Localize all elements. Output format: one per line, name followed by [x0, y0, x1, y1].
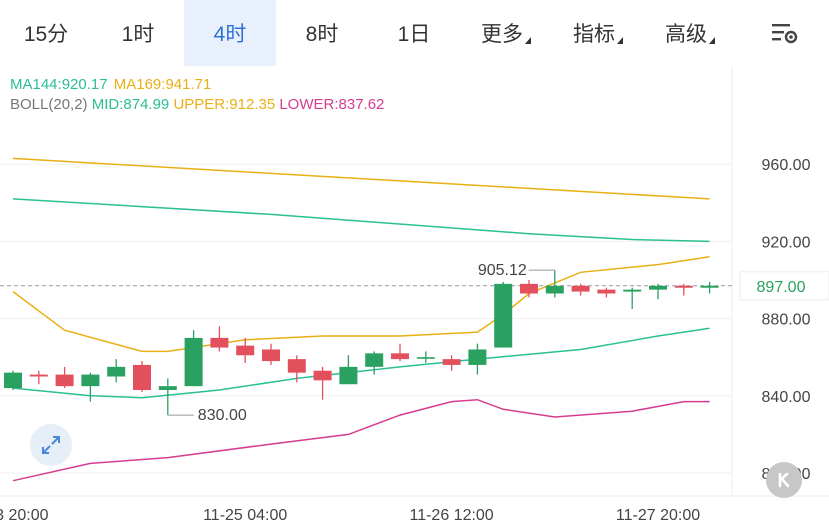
chart-settings-button[interactable] — [755, 0, 815, 66]
candlestick-chart[interactable]: 960.00920.00880.00840.00800.003 20:0011-… — [0, 66, 829, 524]
tab-label: 8时 — [305, 23, 339, 46]
candle-body — [81, 374, 100, 387]
candle-body — [416, 357, 435, 359]
indicators-menu[interactable]: 指标 — [552, 0, 644, 66]
k-line-mode-button[interactable] — [766, 462, 802, 498]
candle-body — [4, 372, 22, 389]
expand-icon — [42, 436, 60, 454]
y-tick-label: 880.00 — [762, 312, 811, 329]
candle-body — [674, 285, 693, 288]
k-logo-icon — [778, 472, 790, 488]
candle-body — [339, 366, 358, 385]
candle-body — [597, 289, 616, 294]
candle-body — [442, 359, 461, 365]
dropdown-caret-icon — [709, 37, 715, 44]
candle-body — [158, 386, 177, 391]
tab-label: 1日 — [397, 23, 431, 46]
x-tick-label: 3 20:00 — [0, 507, 49, 524]
candle-body — [262, 349, 280, 362]
candle-body — [391, 353, 409, 360]
y-tick-label: 840.00 — [762, 389, 811, 406]
tab-1d[interactable]: 1日 — [368, 0, 460, 66]
more-menu-label: 更多 — [481, 23, 523, 46]
candle-body — [29, 374, 48, 377]
tab-label: 4时 — [213, 23, 247, 46]
current-price-label: 897.00 — [757, 279, 806, 296]
dropdown-caret-icon — [617, 37, 623, 44]
x-tick-label: 11-26 12:00 — [409, 507, 493, 524]
indicators-menu-label: 指标 — [573, 23, 615, 46]
tab-4h[interactable]: 4时 — [184, 0, 276, 66]
candle-body — [700, 285, 719, 288]
timeframe-tab-bar: 15分 1时 4时 8时 1日 更多 指标 高级 — [0, 0, 829, 66]
candle-body — [545, 285, 564, 294]
ma144-line — [12, 198, 710, 243]
candle-body — [365, 353, 384, 367]
candle-body — [133, 364, 151, 391]
y-tick-label: 920.00 — [762, 234, 811, 251]
advanced-menu-label: 高级 — [665, 23, 707, 46]
candle-body — [468, 349, 487, 365]
y-tick-label: 960.00 — [762, 157, 811, 174]
fullscreen-button[interactable] — [30, 424, 72, 466]
candle-body — [287, 359, 306, 373]
advanced-menu[interactable]: 高级 — [644, 0, 736, 66]
candle-body — [210, 337, 229, 348]
candle-body — [571, 285, 590, 292]
x-tick-label: 11-25 04:00 — [203, 507, 287, 524]
dropdown-caret-icon — [525, 37, 531, 44]
chart-settings-icon — [772, 24, 798, 44]
x-tick-label: 11-27 20:00 — [616, 507, 700, 524]
candle-body — [236, 345, 255, 356]
candle-body — [623, 289, 642, 292]
upper-line — [12, 256, 710, 353]
tab-8h[interactable]: 8时 — [276, 0, 368, 66]
more-menu[interactable]: 更多 — [460, 0, 552, 66]
candle-body — [184, 337, 203, 387]
tab-label: 1时 — [121, 23, 155, 46]
candle-body — [313, 370, 332, 381]
high-price-label: 905.12 — [478, 262, 527, 279]
candle-body — [55, 374, 74, 387]
lower-line — [12, 398, 710, 482]
candle-body — [107, 366, 126, 377]
candle-body — [520, 283, 538, 294]
tab-15min[interactable]: 15分 — [0, 0, 92, 66]
tab-1h[interactable]: 1时 — [92, 0, 184, 66]
low-price-label: 830.00 — [198, 407, 247, 424]
mid-line — [12, 327, 710, 399]
tab-label: 15分 — [23, 23, 69, 46]
candle-body — [494, 283, 513, 348]
candle-body — [649, 285, 667, 290]
